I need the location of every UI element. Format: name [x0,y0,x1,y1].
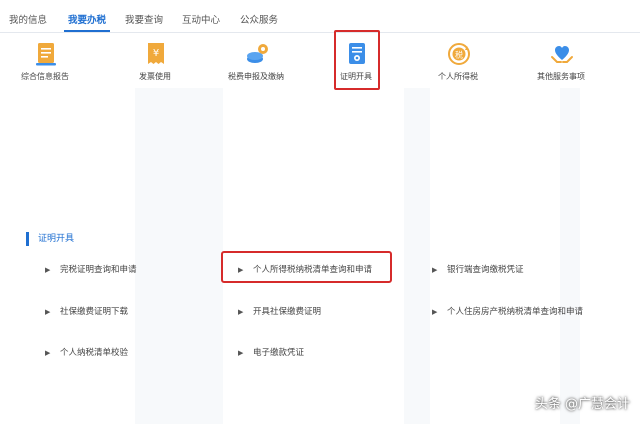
tab-my-info[interactable]: 我的信息 [9,12,47,32]
bullet-icon: ▶ [45,308,51,316]
tax-refresh-icon: 税 [446,40,472,68]
highlight-box-certificate [334,30,380,90]
icon-label: 综合信息报告 [21,72,69,81]
background-stripe [560,88,580,424]
bullet-icon: ▶ [45,349,51,357]
service-link-label: 开具社保缴费证明 [253,307,322,317]
svg-text:¥: ¥ [153,48,159,59]
background-stripe [404,88,430,424]
service-link-label: 完税证明查询和申请 [60,265,137,275]
top-tab-bar: 我的信息 我要办税 我要查询 互动中心 公众服务 [0,0,640,33]
icon-label: 个人所得税 [438,72,478,81]
tax-service-page: 我的信息 我要办税 我要查询 互动中心 公众服务 综合信息报告 ¥ 发票使用 税… [0,0,640,424]
coins-payment-icon [244,40,270,68]
service-link-label: 电子缴款凭证 [253,348,305,358]
bullet-icon: ▶ [45,266,51,274]
service-link-label: 银行端查询缴税凭证 [447,265,524,275]
icon-item-personal-income-tax[interactable]: 税 个人所得税 [413,37,503,93]
icon-item-other-services[interactable]: 其他服务事项 [516,37,606,93]
bullet-icon: ▶ [432,266,438,274]
icon-item-invoice-use[interactable]: ¥ 发票使用 [110,37,200,93]
bullet-icon: ▶ [432,308,438,316]
icon-item-tax-declaration[interactable]: 税费申报及缴纳 [211,37,301,93]
icon-label: 其他服务事项 [537,72,585,81]
invoice-receipt-icon: ¥ [143,40,169,68]
icon-item-info-report[interactable]: 综合信息报告 [0,37,90,93]
background-stripe [135,88,223,424]
watermark: 头条 @广慧会计 [534,397,630,412]
heart-hands-icon [549,40,575,68]
service-link-label: 个人纳税清单校验 [60,348,129,358]
tab-interaction-center[interactable]: 互动中心 [182,12,220,32]
service-link-label: 社保缴费证明下载 [60,307,129,317]
icon-label: 发票使用 [139,72,171,81]
bullet-icon: ▶ [238,308,244,316]
icon-label: 税费申报及缴纳 [228,72,284,81]
section-title: 证明开具 [26,232,74,246]
highlight-box-income-tax-statement [221,251,392,283]
report-document-icon [33,40,59,68]
tab-public-service[interactable]: 公众服务 [240,12,278,32]
tab-tax-handling[interactable]: 我要办税 [63,12,111,32]
bullet-icon: ▶ [238,349,244,357]
svg-text:税: 税 [455,50,463,60]
service-link-label: 个人住房房产税纳税清单查询和申请 [447,307,584,317]
tab-query[interactable]: 我要查询 [125,12,163,32]
